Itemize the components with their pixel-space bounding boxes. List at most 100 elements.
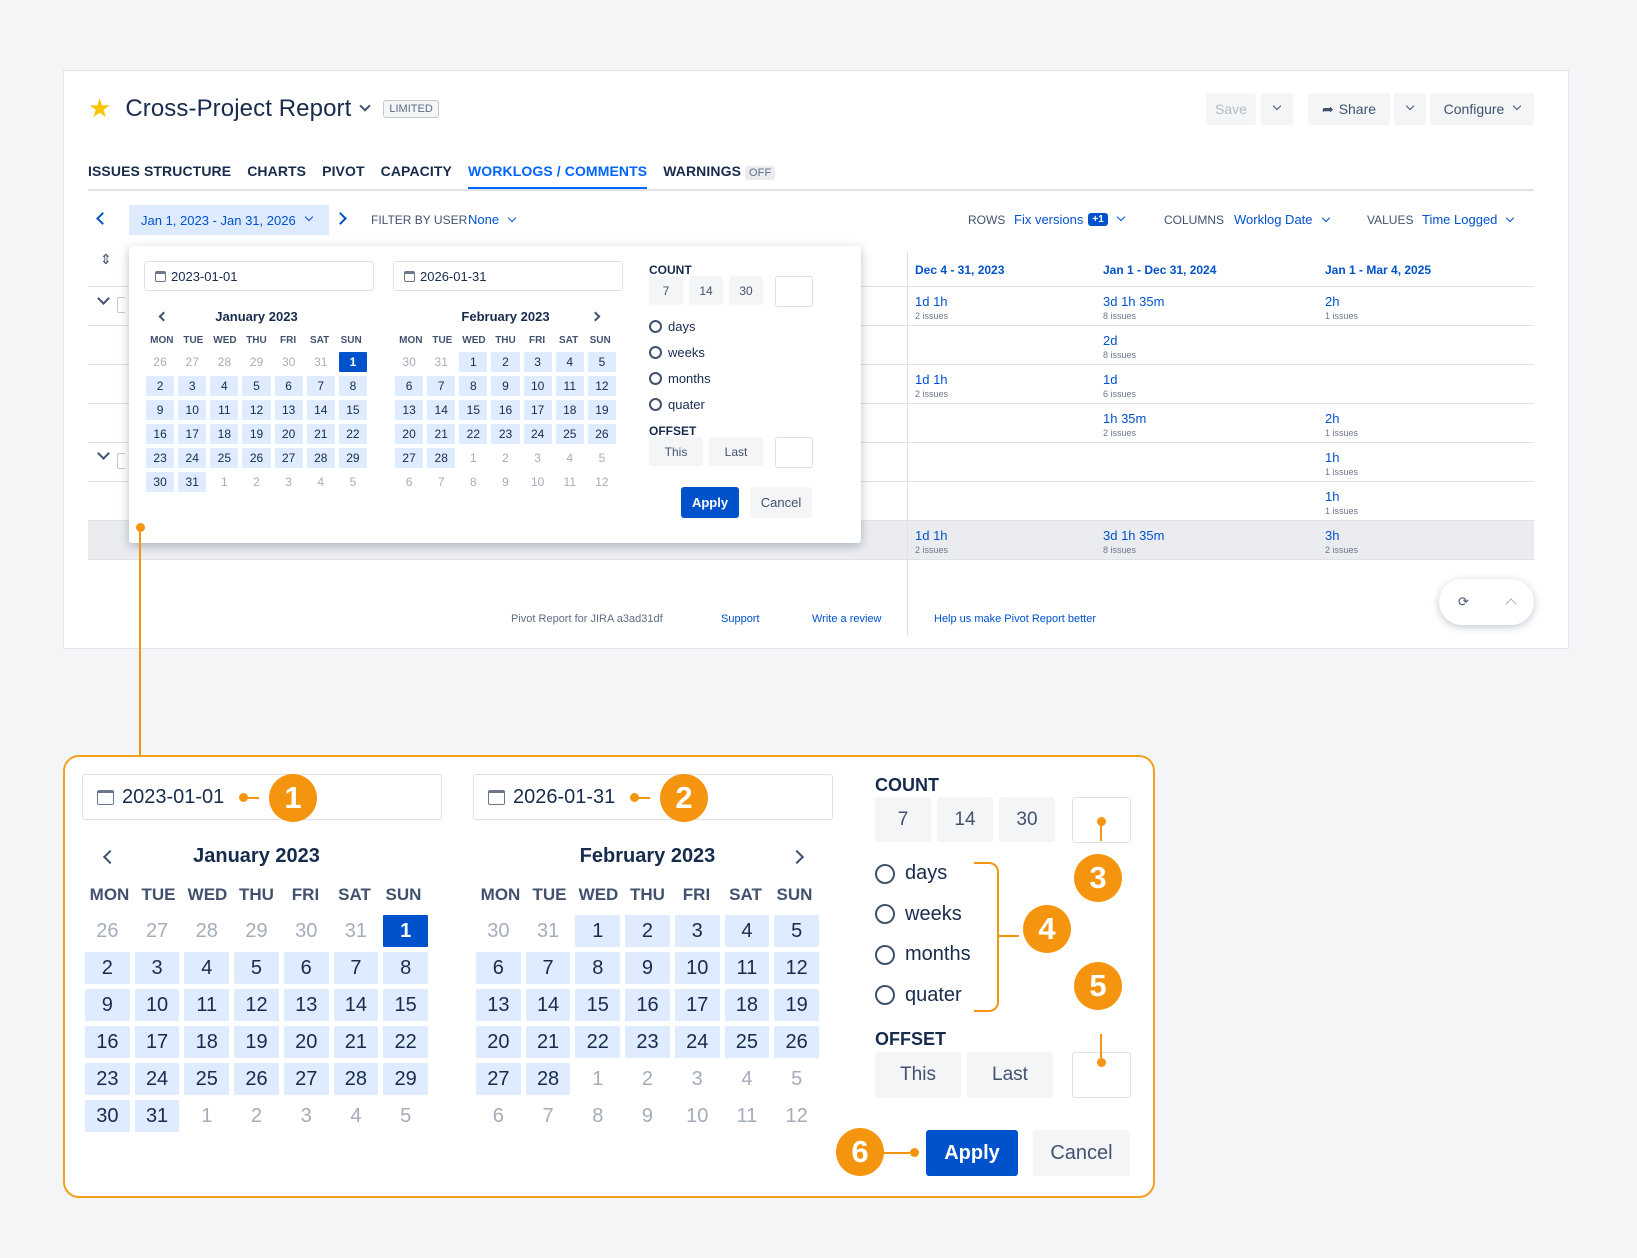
day-cell[interactable]: 4 [210,376,239,396]
day-cell[interactable]: 7 [526,1100,571,1132]
day-cell[interactable]: 11 [725,1100,770,1132]
day-cell[interactable]: 15 [338,400,367,420]
day-cell[interactable]: 16 [85,1026,130,1058]
day-cell[interactable]: 25 [724,1026,770,1058]
day-cell[interactable]: 28 [427,448,456,468]
custom-offset-input[interactable] [775,437,813,468]
day-cell[interactable]: 1 [459,352,488,372]
day-cell[interactable]: 7 [525,952,571,984]
save-menu-button[interactable] [1261,93,1293,125]
apply-button[interactable]: Apply [681,487,739,518]
day-cell[interactable]: 5 [339,472,367,492]
day-cell[interactable]: 29 [383,1063,428,1095]
day-cell[interactable]: 4 [307,472,335,492]
custom-count-input[interactable] [775,276,813,307]
day-cell[interactable]: 3 [275,472,303,492]
day-cell[interactable]: 29 [242,352,270,372]
tab-pivot[interactable]: PIVOT [322,163,365,189]
count-option-button[interactable]: 7 [875,797,931,842]
day-cell[interactable]: 20 [395,424,424,444]
day-cell[interactable]: 17 [134,1026,180,1058]
offset-this-button[interactable]: This [649,437,703,466]
day-cell[interactable]: 30 [146,472,175,492]
cell-value[interactable]: 2d [1103,333,1117,348]
day-cell[interactable]: 6 [283,952,329,984]
day-cell[interactable]: 20 [476,1026,521,1058]
day-cell[interactable]: 10 [524,472,552,492]
star-icon[interactable]: ★ [88,93,111,124]
filter-by-user-select[interactable]: None [468,212,517,227]
save-button[interactable]: Save [1206,93,1256,125]
day-cell[interactable]: 2 [625,915,670,947]
day-cell[interactable]: 20 [274,424,303,444]
day-cell[interactable]: 22 [575,1026,621,1058]
day-cell[interactable]: 27 [283,1063,329,1095]
date-input[interactable]: 2023-01-01 [144,261,374,291]
day-cell[interactable]: 7 [427,472,455,492]
day-cell[interactable]: 9 [491,376,520,396]
chevron-down-icon[interactable] [359,99,372,112]
day-cell[interactable]: 25 [210,448,239,468]
cell-value[interactable]: 2h [1325,411,1339,426]
day-cell[interactable]: 26 [146,352,174,372]
day-cell[interactable]: 12 [587,376,616,396]
day-cell[interactable]: 2 [242,472,270,492]
day-cell[interactable]: 28 [525,1063,571,1095]
day-cell[interactable]: 21 [306,424,335,444]
day-cell[interactable]: 2 [625,1063,670,1095]
unit-radio-quater[interactable]: quater [649,397,705,412]
day-cell[interactable]: 9 [85,989,130,1021]
day-cell[interactable]: 15 [459,400,488,420]
day-cell[interactable]: 13 [476,989,521,1021]
day-cell[interactable]: 12 [242,400,271,420]
day-cell[interactable]: 12 [234,989,279,1021]
refresh-icon[interactable]: ⟳ [1458,594,1469,610]
offset-this-button[interactable]: This [875,1052,961,1098]
day-cell[interactable]: 11 [556,472,584,492]
day-cell[interactable]: 14 [525,989,571,1021]
column-header[interactable]: Jan 1 - Mar 4, 2025 [1325,263,1431,277]
day-cell[interactable]: 1 [459,448,487,468]
day-cell[interactable]: 15 [575,989,621,1021]
unit-radio-days[interactable]: days [875,862,947,885]
day-cell[interactable]: 12 [588,472,616,492]
day-cell[interactable]: 21 [427,424,456,444]
column-header[interactable]: Dec 4 - 31, 2023 [915,263,1004,277]
day-cell[interactable]: 10 [675,1100,720,1132]
day-cell[interactable]: 2 [491,448,519,468]
day-cell[interactable]: 15 [383,989,428,1021]
day-cell[interactable]: 17 [523,400,552,420]
write-review-link[interactable]: Write a review [812,613,881,625]
count-option-button[interactable]: 30 [729,276,763,305]
cancel-button[interactable]: Cancel [750,487,812,518]
day-cell[interactable]: 2 [491,352,520,372]
day-cell[interactable]: 13 [274,400,303,420]
day-cell[interactable]: 4 [556,448,584,468]
day-cell[interactable]: 8 [575,1100,620,1132]
day-cell[interactable]: 4 [724,915,770,947]
day-cell[interactable]: 8 [338,376,367,396]
day-cell[interactable]: 29 [338,448,367,468]
day-cell[interactable]: 3 [524,448,552,468]
day-cell[interactable]: 8 [459,472,487,492]
day-cell[interactable]: 5 [587,352,616,372]
day-cell[interactable]: 7 [333,952,379,984]
share-button[interactable]: ➦ Share [1308,93,1390,125]
day-cell[interactable]: 27 [274,448,303,468]
day-cell[interactable]: 14 [427,400,456,420]
day-cell[interactable]: 6 [274,376,303,396]
day-cell[interactable]: 6 [476,952,521,984]
day-cell[interactable]: 27 [395,448,424,468]
day-cell[interactable]: 3 [675,1063,720,1095]
day-cell[interactable]: 31 [427,352,455,372]
count-option-button[interactable]: 14 [689,276,723,305]
day-cell[interactable]: 5 [383,1100,428,1132]
day-cell[interactable]: 10 [523,376,552,396]
day-cell[interactable]: 5 [588,448,616,468]
support-link[interactable]: Support [721,613,760,625]
configure-button[interactable]: Configure [1430,93,1534,125]
day-cell[interactable]: 31 [307,352,335,372]
day-cell[interactable]: 5 [242,376,271,396]
unit-radio-months[interactable]: months [875,943,971,966]
cell-value[interactable]: 3d 1h 35m [1103,528,1164,543]
